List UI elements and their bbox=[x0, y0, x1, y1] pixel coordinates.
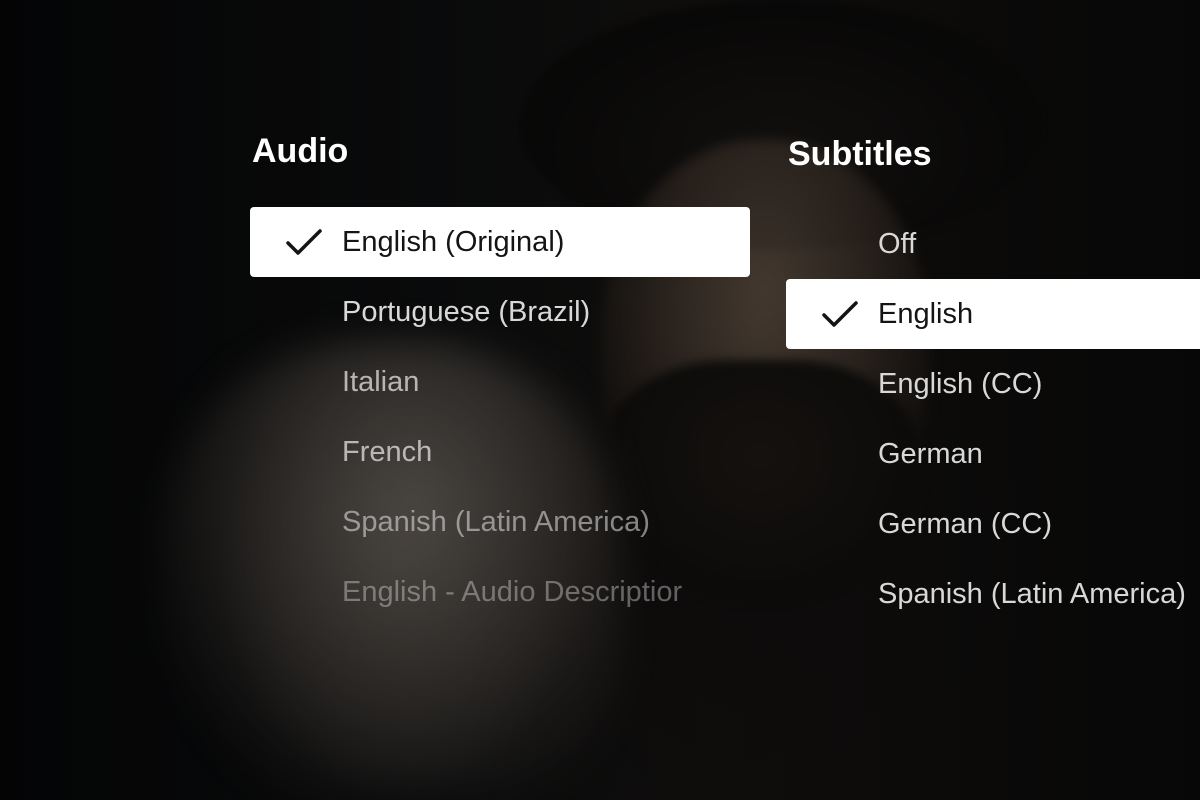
audio-option-label: French bbox=[342, 435, 433, 468]
subtitle-option-german-cc[interactable]: German (CC) bbox=[786, 489, 1200, 559]
subtitle-option-label: English bbox=[878, 297, 974, 330]
subtitle-option-label: German bbox=[878, 437, 983, 470]
audio-option-label: Italian bbox=[342, 365, 420, 398]
audio-option-label: Spanish (Latin America) bbox=[342, 505, 650, 538]
audio-title: Audio bbox=[252, 132, 349, 170]
subtitle-option-label: English (CC) bbox=[878, 367, 1043, 400]
subtitle-option-english-cc[interactable]: English (CC) bbox=[786, 349, 1200, 419]
audio-option-label: English (Original) bbox=[342, 225, 565, 258]
subtitle-option-english[interactable]: English bbox=[786, 279, 1200, 349]
audio-option-english-original[interactable]: English (Original) bbox=[250, 207, 750, 277]
checkmark-icon bbox=[822, 301, 858, 327]
subtitle-option-spanish-latin-america[interactable]: Spanish (Latin America) bbox=[786, 559, 1200, 629]
audio-option-italian[interactable]: Italian bbox=[250, 347, 750, 417]
audio-option-label: English - Audio Descriptior bbox=[342, 575, 683, 608]
subtitle-option-label: German (CC) bbox=[878, 507, 1053, 540]
subtitle-option-german[interactable]: German bbox=[786, 419, 1200, 489]
subtitle-option-off[interactable]: Off bbox=[786, 209, 1200, 279]
audio-option-spanish-latin-america[interactable]: Spanish (Latin America) bbox=[250, 487, 750, 557]
subtitles-title: Subtitles bbox=[788, 135, 932, 173]
audio-option-english-audio-description[interactable]: English - Audio Descriptior bbox=[250, 557, 750, 627]
audio-option-french[interactable]: French bbox=[250, 417, 750, 487]
subtitle-option-label: Off bbox=[878, 227, 917, 260]
checkmark-icon bbox=[286, 229, 322, 255]
audio-option-label: Portuguese (Brazil) bbox=[342, 295, 591, 328]
subtitle-option-label: Spanish (Latin America) bbox=[878, 577, 1186, 610]
audio-option-portuguese-brazil[interactable]: Portuguese (Brazil) bbox=[250, 277, 750, 347]
